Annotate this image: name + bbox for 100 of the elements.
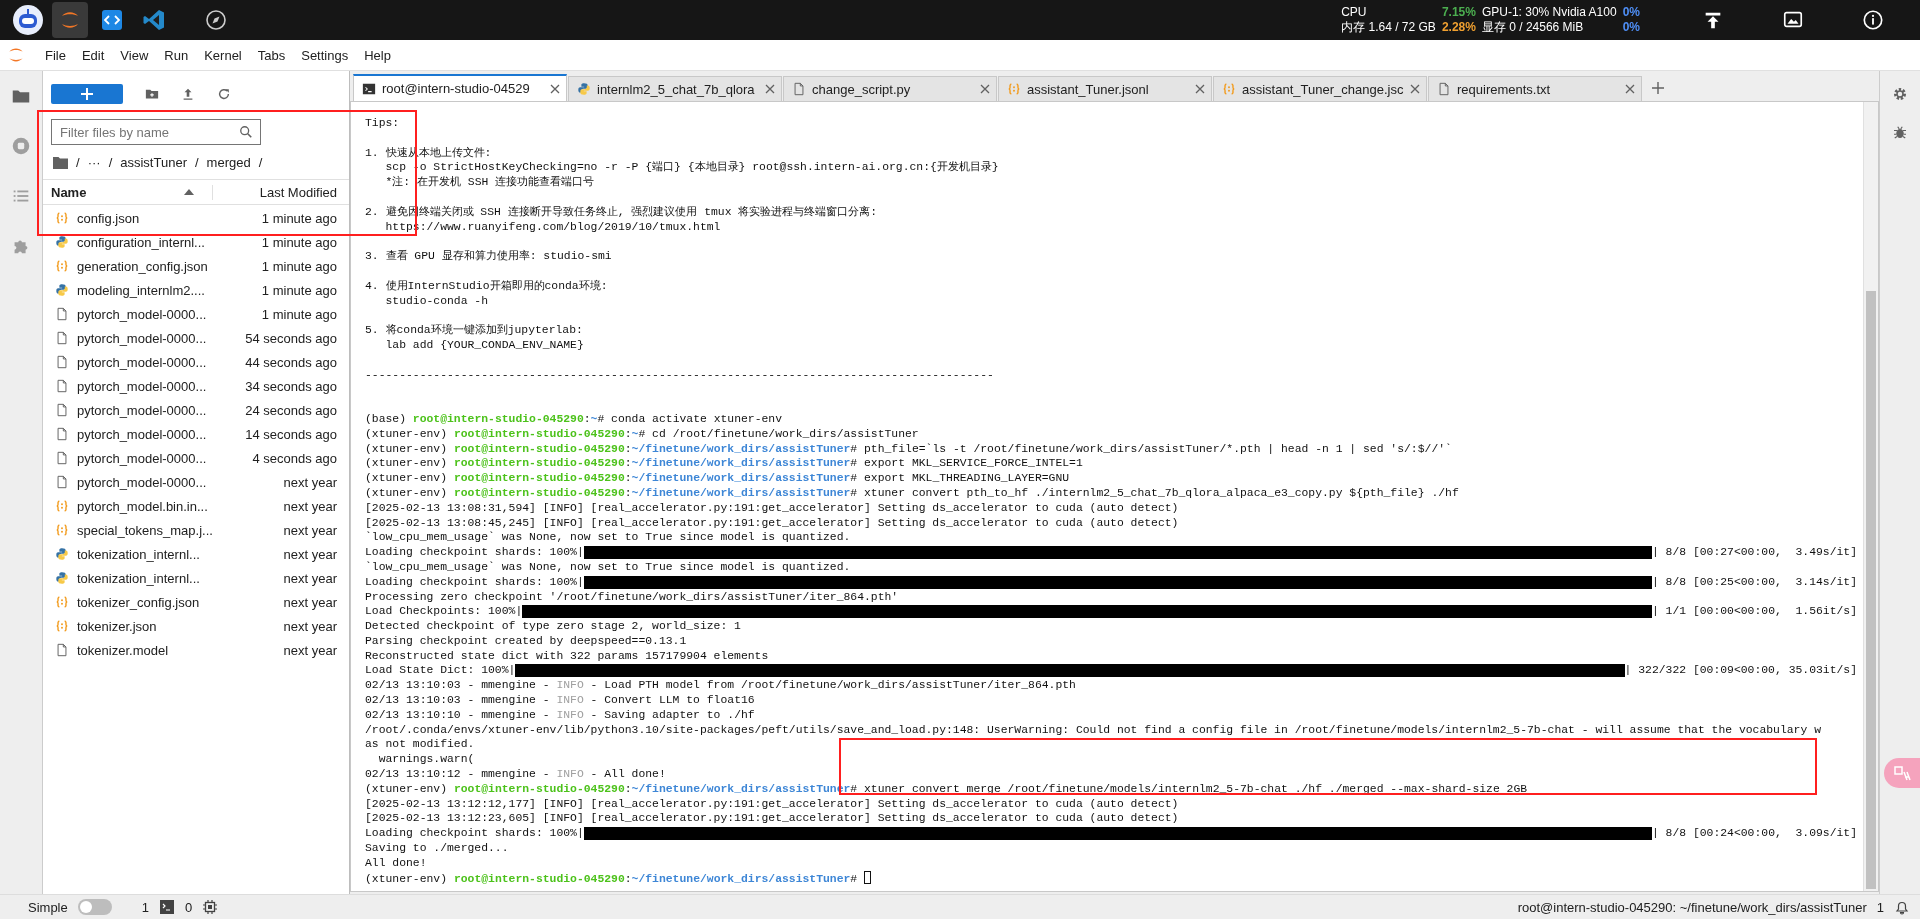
menu-item[interactable]: Settings [294,43,356,67]
file-name[interactable]: pytorch_model-0000... [77,474,284,490]
file-name[interactable]: tokenizer.json [77,618,284,634]
terminal-line: Tips: [365,116,401,131]
menu-item[interactable]: Edit [74,43,112,67]
breadcrumb[interactable]: / [76,154,80,170]
close-icon[interactable] [980,84,990,94]
menu-item[interactable]: Help [357,43,398,67]
file-icon [792,82,806,96]
file-icon [55,379,69,393]
terminal-line: Saving to ./merged... [365,841,510,856]
info-icon[interactable] [1862,9,1884,31]
file-name[interactable]: tokenization_internl... [77,546,284,562]
menu-item[interactable]: File [38,43,73,67]
notification-count: 1 [1876,899,1884,915]
simple-mode-toggle[interactable] [77,899,112,915]
menu-item[interactable]: Run [157,43,196,67]
close-icon[interactable] [1625,84,1635,94]
breadcrumb[interactable]: merged [206,154,251,170]
close-icon[interactable] [1410,84,1420,94]
file-name[interactable]: pytorch_model-0000... [77,306,262,322]
file-modified: next year [283,546,337,562]
plus-icon [81,88,93,100]
file-name[interactable]: tokenization_internl... [77,570,284,586]
stat-label: CPU [1341,4,1368,19]
file-name[interactable]: special_tokens_map.j... [77,522,284,538]
terminal-line: [2025-02-13 13:08:31,594] [INFO] [real_accelerator.py:191:get_accelerator] Setting ds_accelerator to cuda (auto detect) [365,500,1180,516]
column-header[interactable]: Last Modified [213,184,349,200]
new-launcher-button[interactable] [51,84,123,104]
file-icon [55,451,69,465]
file-name[interactable]: tokenizer_config.json [77,594,284,610]
terminal-line: [2025-02-13 13:12:12,177] [INFO] [real_accelerator.py:191:get_accelerator] Setting ds_accelerator to cuda (auto detect) [365,796,1180,812]
breadcrumb[interactable]: ··· [87,154,101,170]
file-modified: next year [283,618,337,634]
file-name[interactable]: pytorch_model-0000... [77,354,246,370]
terminal-line: (base) root@intern-studio-045290:~# conda activate xtuner-env [365,411,783,427]
python-icon [55,283,69,297]
tab[interactable]: assistant_Tuner.jsonl [998,76,1212,101]
terminal-line: *注: 在开发机 SSH 连接功能查看端口号 [384,175,596,190]
terminal-line: warnings.warn( [377,752,476,768]
file-name[interactable]: config.json [77,210,262,226]
file-name[interactable]: modeling_internlm2.... [77,282,262,298]
kernel-count: 0 [185,899,193,915]
refresh-icon[interactable] [217,87,231,101]
bell-icon[interactable] [1894,899,1910,915]
progress-stats: | 8/8 [00:27<00:00, 3.49s/it] [1651,545,1857,560]
file-name[interactable]: generation_config.json [77,258,262,274]
braces-icon [55,523,69,537]
upload-icon[interactable] [181,87,195,101]
progress-stats: | 8/8 [00:25<00:00, 3.14s/it] [1651,574,1857,590]
terminal-line: (xtuner-env) root@intern-studio-045290:~/finetune/work_dirs/assistTuner# [365,870,1863,886]
column-header[interactable]: Name [51,184,87,200]
tab[interactable]: assistant_Tuner_change.jsc [1213,76,1427,101]
terminal-line: studio-conda -h [384,293,490,309]
close-icon[interactable] [550,83,560,94]
terminal-line: (xtuner-env) root@intern-studio-045290:~/finetune/work_dirs/assistTuner# export MKL_THREADING_LAYER=GNU [365,471,1071,486]
file-name[interactable]: pytorch_model-0000... [77,330,246,346]
app-launcher[interactable] [10,2,46,38]
file-icon [55,403,69,417]
tab[interactable]: requirements.txt [1428,76,1642,101]
file-modified: 1 minute ago [261,306,337,322]
file-name[interactable]: pytorch_model-0000... [77,378,246,394]
tab[interactable]: change_script.py [783,76,997,101]
menu-item[interactable]: Kernel [197,43,249,67]
file-modified: 34 seconds ago [245,378,337,394]
terminal-line: -------------------------------------------------------------------------------------------- [365,367,995,383]
breadcrumb[interactable]: / [258,154,263,170]
file-name[interactable]: pytorch_model-0000... [77,402,246,418]
breadcrumb[interactable]: assistTuner [120,154,187,170]
new-folder-icon[interactable] [145,87,159,101]
file-name[interactable]: pytorch_model-0000... [77,450,253,466]
close-icon[interactable] [765,84,775,94]
breadcrumb[interactable]: / [194,154,199,170]
gear-icon[interactable] [1891,85,1909,103]
tab[interactable]: internlm2_5_chat_7b_qlora [568,76,782,101]
terminal-line: (xtuner-env) root@intern-studio-045290:~/finetune/work_dirs/assistTuner# export MKL_SERVICE_FORCE_INTEL=1 [365,456,1084,472]
menu-item[interactable]: View [113,43,156,67]
file-name[interactable]: tokenizer.model [77,642,284,658]
code-icon [100,8,124,32]
filter-field[interactable]: Filter files by name [51,119,261,145]
folder-icon[interactable] [53,155,68,169]
close-icon[interactable] [1195,84,1205,94]
tab[interactable]: root@intern-studio-04529 [353,74,567,101]
chip-icon[interactable] [202,899,219,915]
terminal-line: 5. 将conda环境一键添加到jupyterlab: [365,323,584,338]
terminal-line: lab add {YOUR_CONDA_ENV_NAME} [384,337,585,353]
progress-label: Load State Dict: 100%| [365,663,516,679]
file-name[interactable]: pytorch_model.bin.in... [77,498,284,514]
terminal-line: /root/.conda/envs/xtuner-env/lib/python3.10/site-packages/peft/utils/save_and_load.py:148: UserWarning: Could not find a config file in /root/finetune/models/internlm2_5-7b-chat - will assume that the vocabulary w [365,722,1822,738]
scrollbar[interactable] [1863,102,1878,891]
menu-item[interactable]: Tabs [250,43,293,67]
terminal-icon[interactable] [159,899,175,915]
python-icon [55,235,69,249]
file-name[interactable]: pytorch_model-0000... [77,426,246,442]
terminal-line: Processing zero checkpoint '/root/finetune/work_dirs/assistTuner/iter_864.pth' [365,589,900,605]
breadcrumb[interactable]: / [108,154,113,170]
file-name[interactable]: configuration_internl... [77,234,262,250]
braces-icon [1222,82,1236,96]
file-modified: 44 seconds ago [245,354,337,370]
braces-icon [55,595,69,609]
